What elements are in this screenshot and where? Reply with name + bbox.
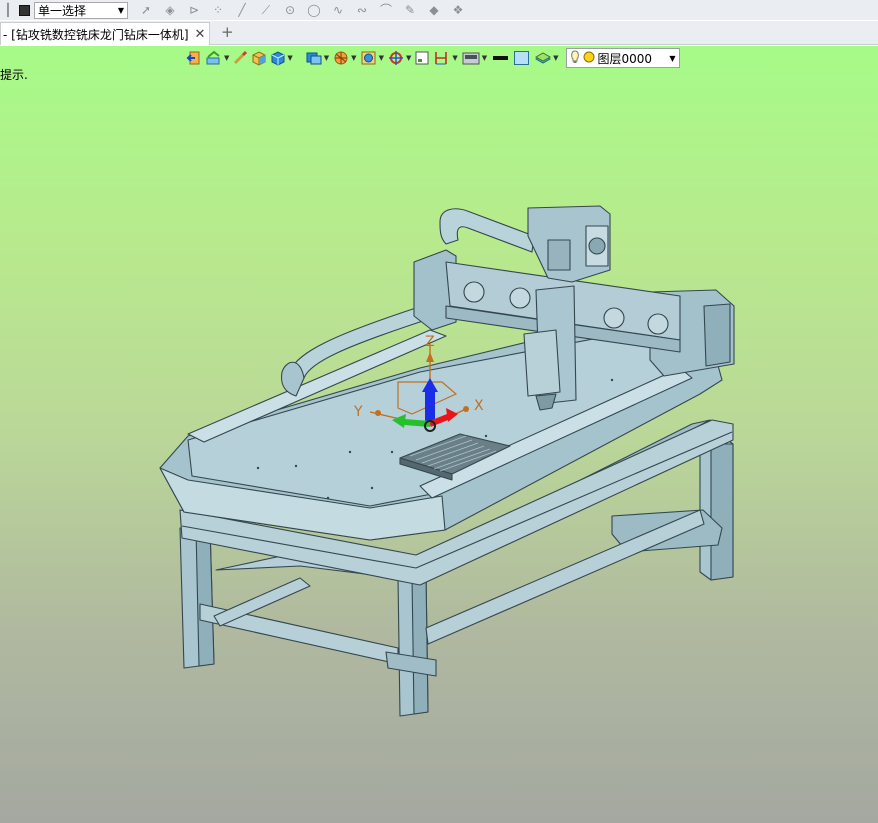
cable-loop-top bbox=[439, 208, 535, 253]
document-tab-title: - [钻攻铣数控铣床龙门钻床一体机] bbox=[3, 27, 189, 42]
play-icon[interactable]: ⊳ bbox=[186, 2, 202, 18]
layers-b-icon[interactable]: ❖ bbox=[450, 2, 466, 18]
polyline-icon[interactable]: ⟋ bbox=[258, 2, 274, 18]
circle-icon[interactable]: ◯ bbox=[306, 2, 322, 18]
grip-icon: ┃ bbox=[4, 3, 12, 17]
pointer-icon[interactable]: ➚ bbox=[138, 2, 154, 18]
3d-viewport[interactable]: 提示. ▼ ▼ ▼ ▼ ▼ ▼ ▼ ▼ ▼ 图层0000 ▼ Y X Z bbox=[0, 46, 878, 823]
document-tab-bar: - [钻攻铣数控铣床龙门钻床一体机] ✕ + bbox=[0, 21, 878, 45]
add-tab-button[interactable]: + bbox=[221, 23, 234, 41]
spline-icon[interactable]: ∿ bbox=[330, 2, 346, 18]
triad-label-x: X bbox=[474, 398, 484, 414]
axis-z bbox=[425, 390, 435, 424]
wave-icon[interactable]: ∾ bbox=[354, 2, 370, 18]
triad-label-y: Y bbox=[353, 404, 363, 420]
stop-icon[interactable] bbox=[16, 2, 32, 18]
sketch-tools: ➚ ◈ ⊳ ⁘ ╱ ⟋ ⊙ ◯ ∿ ∾ ⌒ ✎ ◆ ❖ bbox=[138, 2, 466, 18]
line-icon[interactable]: ╱ bbox=[234, 2, 250, 18]
triad-label-z: Z bbox=[425, 334, 435, 350]
point-circle-icon[interactable]: ⊙ bbox=[282, 2, 298, 18]
top-toolbar: ┃ 单一选择 ▼ ➚ ◈ ⊳ ⁘ ╱ ⟋ ⊙ ◯ ∿ ∾ ⌒ ✎ ◆ ❖ bbox=[0, 0, 878, 20]
chevron-down-icon: ▼ bbox=[117, 5, 124, 15]
spindle-motor bbox=[523, 329, 561, 397]
arc-icon[interactable]: ⌒ bbox=[378, 2, 394, 18]
points-icon[interactable]: ⁘ bbox=[210, 2, 226, 18]
cnc-machine-model[interactable]: Y X Z bbox=[0, 46, 878, 823]
rail-lower-right bbox=[425, 509, 705, 645]
document-tab[interactable]: - [钻攻铣数控铣床龙门钻床一体机] ✕ bbox=[0, 22, 210, 45]
selection-mode-label: 单一选择 bbox=[38, 3, 87, 18]
vertex-icon[interactable]: ◈ bbox=[162, 2, 178, 18]
selection-mode-select[interactable]: 单一选择 ▼ bbox=[34, 1, 128, 19]
pen-icon[interactable]: ✎ bbox=[402, 2, 418, 18]
layers-a-icon[interactable]: ◆ bbox=[426, 2, 442, 18]
close-icon[interactable]: ✕ bbox=[195, 27, 206, 42]
